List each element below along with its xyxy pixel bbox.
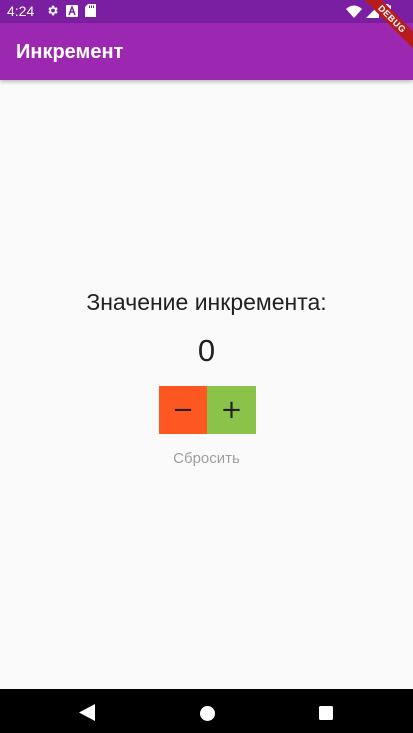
status-bar: 4:24 [0, 0, 413, 23]
increment-button[interactable]: + [207, 386, 256, 434]
home-icon[interactable] [200, 706, 215, 726]
wifi-icon [346, 5, 362, 18]
recents-icon[interactable] [319, 706, 333, 725]
status-icons-right [346, 4, 391, 18]
back-icon[interactable] [79, 704, 95, 726]
app-title: Инкремент [16, 41, 124, 63]
gear-icon [46, 4, 59, 17]
font-icon [66, 4, 78, 17]
navigation-bar [0, 689, 413, 733]
app-bar: Инкремент [0, 23, 413, 80]
main-content: Значение инкремента: 0 − + Сбросить [0, 80, 413, 689]
counter-value: 0 [197, 333, 216, 368]
status-time: 4:24 [7, 3, 35, 19]
battery-icon [383, 4, 391, 18]
counter-buttons: − + [159, 386, 256, 434]
status-icons-left [46, 4, 96, 17]
increment-label: Значение инкремента: [86, 289, 327, 315]
decrement-button[interactable]: − [159, 386, 207, 434]
signal-icon [366, 4, 379, 18]
sd-card-icon [85, 4, 96, 17]
reset-button[interactable]: Сбросить [0, 449, 413, 469]
